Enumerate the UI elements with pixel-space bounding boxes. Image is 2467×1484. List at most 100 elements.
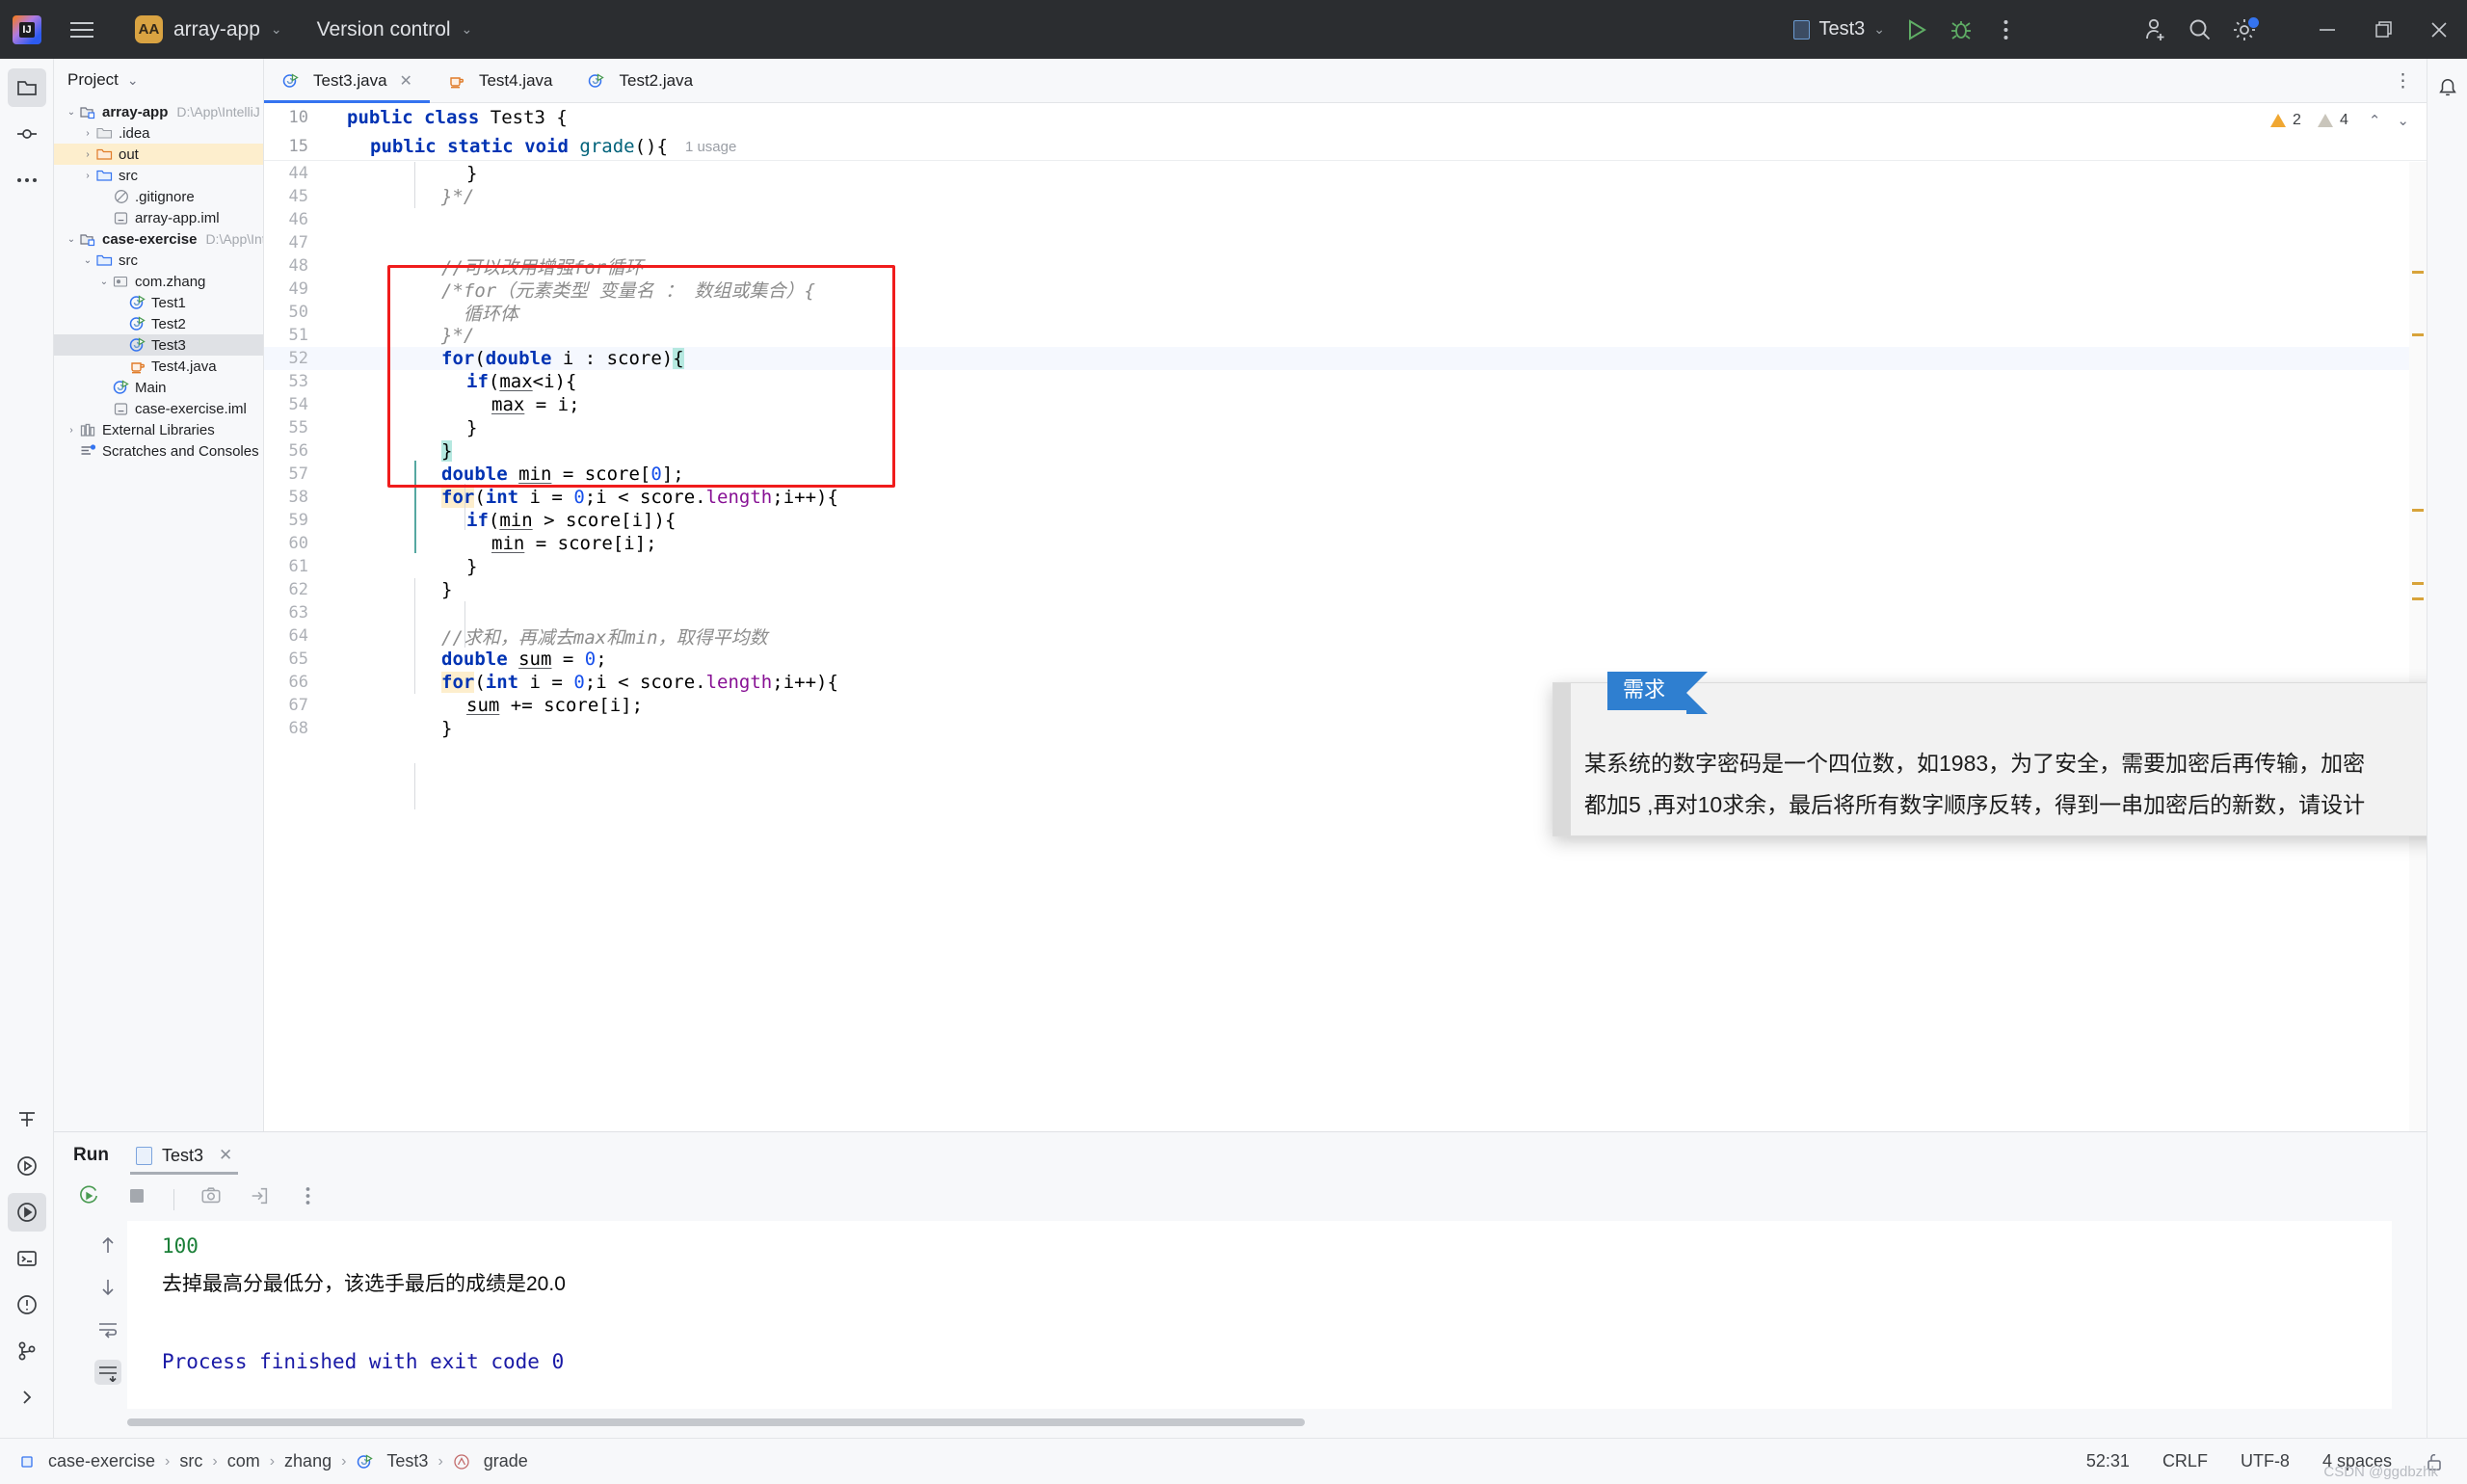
code-line[interactable]: 60 min = score[i];	[264, 532, 2427, 555]
chevron-right-icon[interactable]: ›	[64, 425, 79, 436]
tree-item-scratches-and-consoles[interactable]: Scratches and Consoles	[54, 440, 263, 462]
editor-tab-test4-java[interactable]: Test4.java	[430, 59, 570, 102]
git-tool-icon[interactable]	[8, 1332, 46, 1370]
code-line[interactable]: 52 for(double i : score){	[264, 347, 2427, 370]
more-tool-icon[interactable]	[8, 161, 46, 199]
editor-marker-lane[interactable]	[2409, 162, 2427, 1131]
tree-item-test3[interactable]: Test3	[54, 334, 263, 356]
tree-item-src[interactable]: ⌄ src	[54, 250, 263, 271]
code-line[interactable]: 47	[264, 231, 2427, 254]
code-editor[interactable]: 44} 45}*/ 46 47 48 //可以改用增强for循环 49 /*for（元素类型 …	[264, 162, 2427, 1131]
run-play-icon[interactable]	[1895, 8, 1939, 52]
breadcrumb-item-test3[interactable]: Test3	[356, 1451, 428, 1471]
tree-item-test4-java[interactable]: Test4.java	[54, 356, 263, 377]
code-line[interactable]: 51}*/	[264, 324, 2427, 347]
problems-tool-icon[interactable]	[8, 1285, 46, 1324]
code-line[interactable]: 54 max = i;	[264, 393, 2427, 416]
code-line[interactable]: 49 /*for（元素类型 变量名 ： 数组或集合）{	[264, 278, 2427, 302]
breadcrumb-item-src[interactable]: src	[179, 1451, 202, 1471]
expand-rail-icon[interactable]	[8, 1378, 46, 1417]
run-tool-icon[interactable]	[7, 1193, 46, 1232]
code-line[interactable]: 50 循环体	[264, 301, 2427, 325]
code-line[interactable]: 65 double sum = 0;	[264, 648, 2427, 671]
tree-item-test1[interactable]: Test1	[54, 292, 263, 313]
file-encoding[interactable]: UTF-8	[2241, 1451, 2290, 1471]
stop-icon[interactable]	[118, 1177, 156, 1215]
tree-item-array-app[interactable]: ⌄ array-app D:\App\IntelliJ IDEA C	[54, 101, 263, 122]
chevron-down-icon[interactable]: ⌄	[2397, 112, 2409, 129]
caret-position[interactable]: 52:31	[2086, 1451, 2130, 1471]
terminal-tool-icon[interactable]	[8, 1239, 46, 1278]
run-configuration-selector[interactable]: Test3 ⌄	[1784, 13, 1895, 45]
chevron-right-icon[interactable]: ›	[80, 128, 95, 139]
close-icon[interactable]: ✕	[400, 71, 412, 91]
chevron-down-icon[interactable]: ⌄	[96, 277, 112, 287]
usage-hint[interactable]: 1 usage	[685, 139, 736, 155]
code-line[interactable]: 57 double min = score[0];	[264, 463, 2427, 486]
tree-item--gitignore[interactable]: .gitignore	[54, 186, 263, 207]
code-line[interactable]: 61}	[264, 555, 2427, 578]
tree-item-case-exercise-iml[interactable]: case-exercise.iml	[54, 398, 263, 419]
project-panel-header[interactable]: Project ⌄	[54, 59, 263, 101]
maximize-icon[interactable]	[2355, 0, 2411, 59]
editor-tab-test3-java[interactable]: Test3.java ✕	[264, 59, 430, 103]
export-icon[interactable]	[240, 1177, 279, 1215]
code-line[interactable]: 44}	[264, 162, 2427, 185]
breadcrumb-item-case-exercise[interactable]: case-exercise	[17, 1451, 155, 1471]
chevron-right-icon[interactable]: ›	[80, 149, 95, 160]
services-tool-icon[interactable]	[8, 1147, 46, 1185]
add-user-icon[interactable]	[2134, 8, 2178, 52]
tree-item-external-libraries[interactable]: › External Libraries	[54, 419, 263, 440]
more-vertical-icon[interactable]	[1983, 8, 2028, 52]
chevron-down-icon[interactable]: ⌄	[127, 72, 139, 89]
run-tab-test3[interactable]: Test3 ✕	[129, 1132, 239, 1179]
project-tool-icon[interactable]	[7, 68, 46, 107]
scroll-to-end-icon[interactable]	[94, 1360, 121, 1385]
tree-item-com-zhang[interactable]: ⌄ com.zhang	[54, 271, 263, 292]
project-selector[interactable]: AA array-app ⌄	[129, 12, 288, 47]
tree-item-src[interactable]: › src	[54, 165, 263, 186]
code-line[interactable]: 63	[264, 601, 2427, 624]
code-line[interactable]: 59 if(min > score[i]){	[264, 509, 2427, 532]
code-line[interactable]: 64 //求和，再减去max和min，取得平均数	[264, 624, 2427, 649]
editor-tab-test2-java[interactable]: Test2.java	[570, 59, 711, 102]
code-line[interactable]: 58 for(int i = 0;i < score.length;i++){	[264, 486, 2427, 509]
close-icon[interactable]	[2411, 0, 2467, 59]
version-control-selector[interactable]: Version control ⌄	[317, 18, 473, 41]
breadcrumb[interactable]: case-exercise › src › com › zhang › Test3 › grade	[17, 1451, 528, 1471]
scroll-up-icon[interactable]	[98, 1234, 118, 1256]
breadcrumb-item-zhang[interactable]: zhang	[284, 1451, 332, 1471]
tree-item--idea[interactable]: › .idea	[54, 122, 263, 144]
screenshot-icon[interactable]	[192, 1177, 230, 1215]
chevron-down-icon[interactable]: ⌄	[80, 255, 95, 266]
chevron-right-icon[interactable]: ›	[80, 171, 95, 181]
code-line[interactable]: 45}*/	[264, 185, 2427, 208]
minimize-icon[interactable]	[2299, 0, 2355, 59]
more-vertical-icon[interactable]	[288, 1177, 327, 1215]
close-icon[interactable]: ✕	[219, 1146, 232, 1165]
code-line[interactable]: 53 if(max<i){	[264, 370, 2427, 393]
search-icon[interactable]	[2178, 8, 2222, 52]
console-hscrollbar[interactable]	[127, 1418, 1305, 1426]
code-line[interactable]: 55}	[264, 416, 2427, 439]
code-line[interactable]: 62}	[264, 578, 2427, 601]
breadcrumb-item-grade[interactable]: grade	[453, 1451, 528, 1471]
line-separator[interactable]: CRLF	[2162, 1451, 2208, 1471]
more-vertical-icon[interactable]: ⋮	[2394, 70, 2413, 93]
debug-bug-icon[interactable]	[1939, 8, 1983, 52]
code-line[interactable]: 56}	[264, 439, 2427, 463]
notifications-icon[interactable]	[2428, 68, 2467, 107]
tree-item-test2[interactable]: Test2	[54, 313, 263, 334]
chevron-up-icon[interactable]: ⌃	[2369, 112, 2381, 129]
soft-wrap-icon[interactable]	[97, 1319, 119, 1338]
code-line[interactable]: 46	[264, 208, 2427, 231]
tree-item-array-app-iml[interactable]: array-app.iml	[54, 207, 263, 228]
structure-tool-icon[interactable]	[8, 1100, 46, 1139]
chevron-down-icon[interactable]: ⌄	[64, 234, 79, 245]
rerun-icon[interactable]	[69, 1177, 108, 1215]
commit-tool-icon[interactable]	[8, 115, 46, 153]
gear-icon[interactable]	[2222, 8, 2267, 52]
hamburger-menu-icon[interactable]	[60, 11, 104, 49]
chevron-down-icon[interactable]: ⌄	[64, 107, 79, 118]
tree-item-out[interactable]: › out	[54, 144, 263, 165]
